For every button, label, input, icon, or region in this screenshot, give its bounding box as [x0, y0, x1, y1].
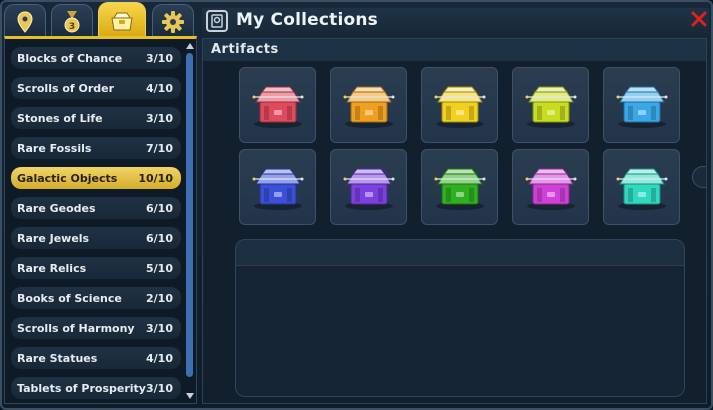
list-item-count: 4/10 [146, 81, 173, 95]
list-item-label: Scrolls of Harmony [17, 321, 135, 335]
location-pin-icon [17, 10, 33, 33]
section-header: Artifacts [203, 39, 706, 61]
list-item-count: 7/10 [146, 141, 173, 155]
artifact-chest-icon [252, 86, 303, 128]
artifact-chest-icon [525, 168, 576, 210]
list-item-blocks-of-chance[interactable]: Blocks of Chance 3/10 [11, 47, 181, 69]
artifact-slot[interactable] [330, 149, 407, 225]
list-item-count: 6/10 [146, 201, 173, 215]
artifact-slot[interactable] [330, 67, 407, 143]
list-item-label: Rare Relics [17, 261, 87, 275]
artifact-chest-icon [616, 168, 667, 210]
scroll-thumb[interactable] [186, 53, 193, 377]
scroll-up-arrow-icon[interactable] [186, 41, 194, 51]
list-item-label: Scrolls of Order [17, 81, 115, 95]
artifact-chest-icon [343, 168, 394, 210]
list-item-rare-geodes[interactable]: Rare Geodes 6/10 [11, 197, 181, 219]
list-item-scrolls-of-harmony[interactable]: Scrolls of Harmony 3/10 [11, 317, 181, 339]
list-item-label: Rare Jewels [17, 231, 90, 245]
medal-icon: 3 [64, 10, 80, 32]
list-item-label: Stones of Life [17, 111, 103, 125]
list-item-rare-jewels[interactable]: Rare Jewels 6/10 [11, 227, 181, 249]
svg-text:3: 3 [69, 22, 75, 32]
list-item-stones-of-life[interactable]: Stones of Life 3/10 [11, 107, 181, 129]
detail-header [236, 240, 684, 266]
artifact-slot[interactable] [512, 149, 589, 225]
artifact-slot[interactable] [239, 67, 316, 143]
list-item-count: 10/10 [138, 171, 173, 185]
list-item-tablets-of-prosperity[interactable]: Tablets of Prosperity 3/10 [11, 377, 181, 399]
list-item-count: 3/10 [146, 111, 173, 125]
artifact-slot[interactable] [421, 149, 498, 225]
artifact-slot[interactable] [512, 67, 589, 143]
tab-settings[interactable] [152, 4, 194, 38]
collections-icon [111, 12, 133, 30]
section-title: Artifacts [211, 42, 279, 57]
list-item-label: Rare Geodes [17, 201, 96, 215]
artifact-slot[interactable] [603, 149, 680, 225]
artifacts-panel: Artifacts [202, 38, 707, 404]
gear-icon [162, 10, 184, 33]
list-item-label: Galactic Objects [17, 171, 118, 185]
artifact-slot[interactable] [239, 149, 316, 225]
artifact-chest-icon [525, 86, 576, 128]
list-item-count: 4/10 [146, 351, 173, 365]
list-item-rare-relics[interactable]: Rare Relics 5/10 [11, 257, 181, 279]
collections-icon [206, 10, 228, 32]
list-item-label: Rare Statues [17, 351, 98, 365]
artifact-chest-icon [434, 86, 485, 128]
artifact-slot[interactable] [603, 67, 680, 143]
list-item-label: Rare Fossils [17, 141, 92, 155]
artifact-chest-icon [616, 86, 667, 128]
list-item-count: 3/10 [146, 51, 173, 65]
tab-location[interactable] [4, 4, 46, 38]
list-item-count: 2/10 [146, 291, 173, 305]
list-item-count: 6/10 [146, 231, 173, 245]
list-item-label: Books of Science [17, 291, 122, 305]
close-icon [691, 11, 707, 27]
list-item-books-of-science[interactable]: Books of Science 2/10 [11, 287, 181, 309]
tab-bar: 3 [4, 2, 200, 38]
artifact-chest-icon [343, 86, 394, 128]
tab-achievements[interactable]: 3 [51, 4, 93, 38]
artifact-chest-icon [252, 168, 303, 210]
collections-list: Blocks of Chance 3/10 Scrolls of Order 4… [4, 36, 197, 404]
page-title: My Collections [236, 10, 378, 30]
list-item-label: Tablets of Prosperity [17, 381, 146, 395]
artifact-slot[interactable] [421, 67, 498, 143]
scroll-down-arrow-icon[interactable] [186, 391, 194, 401]
artifact-detail-box [235, 239, 685, 397]
list-item-label: Blocks of Chance [17, 51, 123, 65]
tab-collections[interactable] [98, 2, 146, 38]
close-button[interactable] [690, 10, 708, 28]
list-item-count: 3/10 [146, 381, 173, 395]
list-item-count: 3/10 [146, 321, 173, 335]
artifact-chest-icon [434, 168, 485, 210]
list-item-rare-statues[interactable]: Rare Statues 4/10 [11, 347, 181, 369]
list-item-scrolls-of-order[interactable]: Scrolls of Order 4/10 [11, 77, 181, 99]
list-item-count: 5/10 [146, 261, 173, 275]
list-item-galactic-objects[interactable]: Galactic Objects 10/10 [11, 167, 181, 189]
list-scrollbar[interactable] [185, 39, 195, 403]
list-item-rare-fossils[interactable]: Rare Fossils 7/10 [11, 137, 181, 159]
